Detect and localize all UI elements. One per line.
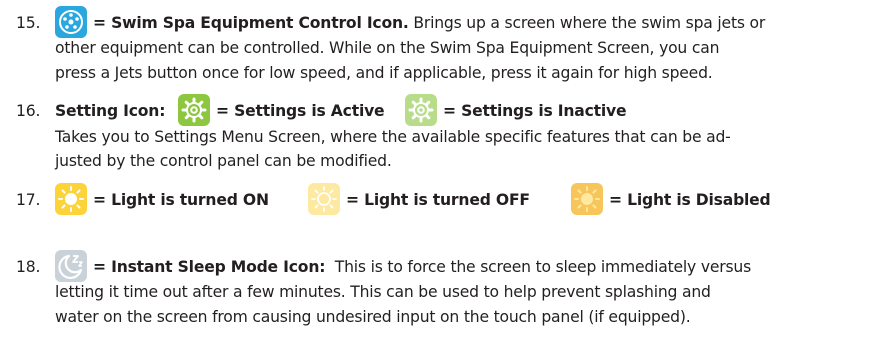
- settings-inactive-icon: [405, 94, 437, 126]
- settings-active-icon: [178, 94, 210, 126]
- light-disabled-icon: [571, 183, 603, 215]
- settings-inactive-label: = Settings is Inactive: [443, 102, 627, 120]
- item-number: 17.: [16, 191, 41, 209]
- item-title: = Instant Sleep Mode Icon: This is to fo…: [93, 258, 751, 276]
- sleep-mode-icon: [55, 250, 87, 282]
- light-off-label: = Light is turned OFF: [346, 191, 530, 209]
- item-description-line: Takes you to Settings Menu Screen, where…: [55, 128, 731, 146]
- light-disabled-label: = Light is Disabled: [609, 191, 771, 209]
- manual-page: 15. = Swim Spa Equipment Control Icon. B…: [0, 0, 893, 361]
- item-description-line: justed by the control panel can be modif…: [55, 152, 392, 170]
- item-number: 15.: [16, 14, 41, 32]
- item-title: = Swim Spa Equipment Control Icon. Bring…: [93, 14, 766, 32]
- item-description-line: press a Jets button once for low speed, …: [55, 64, 713, 82]
- item-number: 18.: [16, 258, 41, 276]
- light-on-label: = Light is turned ON: [93, 191, 269, 209]
- item-label: Setting Icon:: [55, 102, 166, 120]
- item-description-line: letting it time out after a few minutes.…: [55, 283, 711, 301]
- light-off-icon: [308, 183, 340, 215]
- item-description-line: other equipment can be controlled. While…: [55, 39, 720, 57]
- swim-spa-jets-icon: [55, 6, 87, 38]
- settings-active-label: = Settings is Active: [216, 102, 385, 120]
- item-description-line: water on the screen from causing undesir…: [55, 308, 691, 326]
- item-number: 16.: [16, 102, 41, 120]
- light-on-icon: [55, 183, 87, 215]
